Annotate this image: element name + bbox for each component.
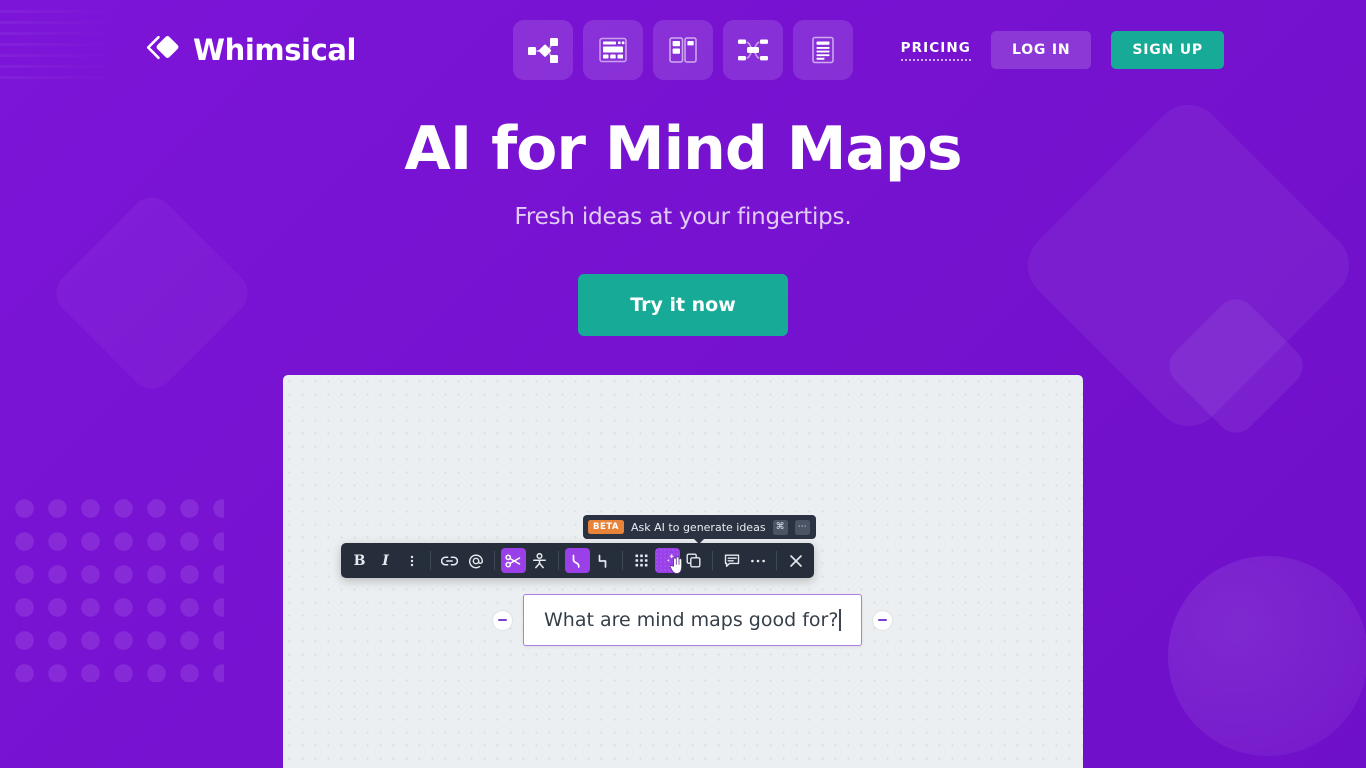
close-button[interactable]: [783, 548, 808, 573]
person-button[interactable]: [527, 548, 552, 573]
nav-item-wireframes[interactable]: [583, 20, 643, 80]
more-text-options-button[interactable]: [399, 548, 424, 573]
hero-section: AI for Mind Maps Fresh ideas at your fin…: [0, 114, 1366, 337]
toolbar-divider: [622, 551, 623, 570]
ai-sparkle-icon: [659, 552, 676, 569]
shortcut-key-command: ⌘: [772, 519, 788, 535]
toolbar-divider: [430, 551, 431, 570]
duplicate-button[interactable]: [681, 548, 706, 573]
copy-icon: [686, 553, 701, 568]
ellipsis-icon: [750, 558, 766, 564]
try-it-now-button[interactable]: Try it now: [578, 274, 788, 337]
nav-item-mind-maps[interactable]: [723, 20, 783, 80]
shortcut-key-secondary: ⋯: [794, 519, 810, 535]
tooltip-text: Ask AI to generate ideas: [631, 520, 766, 534]
italic-button[interactable]: I: [373, 548, 398, 573]
collapse-right-handle[interactable]: [871, 609, 893, 631]
node-toolbar: B I: [341, 543, 814, 578]
pricing-link[interactable]: PRICING: [900, 40, 971, 61]
decor-dot-grid: [8, 492, 224, 682]
vertical-dots-icon: [405, 554, 419, 568]
collapse-left-handle[interactable]: [492, 609, 513, 631]
toolbar-divider: [494, 551, 495, 570]
brand-name: Whimsical: [193, 33, 357, 67]
minus-icon: [877, 618, 887, 622]
shuffle-layout-button[interactable]: [501, 548, 526, 573]
node-text: What are mind maps good for?: [544, 609, 839, 631]
ask-ai-button[interactable]: [655, 548, 680, 573]
scissors-icon: [505, 554, 522, 568]
mind-map-node-row: What are mind maps good for?: [492, 594, 893, 646]
sticky-notes-icon: [668, 35, 698, 65]
link-icon: [441, 554, 458, 568]
text-caret: [839, 609, 841, 631]
site-header: Whimsical PRICING LOG IN SIGN UP: [0, 0, 1366, 100]
grid-dots-icon: [634, 553, 649, 568]
at-icon: [468, 553, 484, 569]
hero-subtitle: Fresh ideas at your fingertips.: [514, 204, 852, 231]
wireframes-icon: [598, 35, 628, 65]
log-in-button[interactable]: LOG IN: [990, 31, 1092, 69]
curved-connector-button[interactable]: [565, 548, 590, 573]
minus-icon: [498, 618, 507, 622]
nav-item-docs[interactable]: [793, 20, 853, 80]
grid-layout-button[interactable]: [629, 548, 654, 573]
bold-button[interactable]: B: [347, 548, 372, 573]
product-nav: [513, 20, 853, 80]
curved-line-icon: [570, 553, 586, 569]
link-button[interactable]: [437, 548, 462, 573]
toolbar-divider: [712, 551, 713, 570]
hero-title: AI for Mind Maps: [404, 114, 962, 184]
docs-icon: [810, 35, 836, 65]
nav-item-sticky-notes[interactable]: [653, 20, 713, 80]
whimsical-diamond-logo-icon: [145, 33, 183, 67]
close-icon: [789, 554, 803, 568]
mind-map-node[interactable]: What are mind maps good for?: [523, 594, 862, 646]
elbow-line-icon: [596, 553, 612, 569]
elbow-connector-button[interactable]: [591, 548, 616, 573]
beta-badge: BETA: [588, 520, 625, 534]
ask-ai-tooltip: BETA Ask AI to generate ideas ⌘ ⋯: [583, 515, 816, 544]
decor-circle-bottom-right: [1168, 556, 1366, 756]
header-actions: PRICING LOG IN SIGN UP: [900, 31, 1224, 69]
comment-button[interactable]: [719, 548, 744, 573]
sign-up-button[interactable]: SIGN UP: [1111, 31, 1224, 69]
nav-item-flowcharts[interactable]: [513, 20, 573, 80]
comment-icon: [724, 553, 740, 568]
mention-button[interactable]: [463, 548, 488, 573]
flowcharts-icon: [527, 35, 559, 65]
brand-logo[interactable]: Whimsical: [145, 33, 356, 67]
person-icon: [532, 552, 547, 569]
more-options-button[interactable]: [745, 548, 770, 573]
mind-maps-icon: [737, 36, 769, 64]
toolbar-divider: [558, 551, 559, 570]
toolbar-divider: [776, 551, 777, 570]
